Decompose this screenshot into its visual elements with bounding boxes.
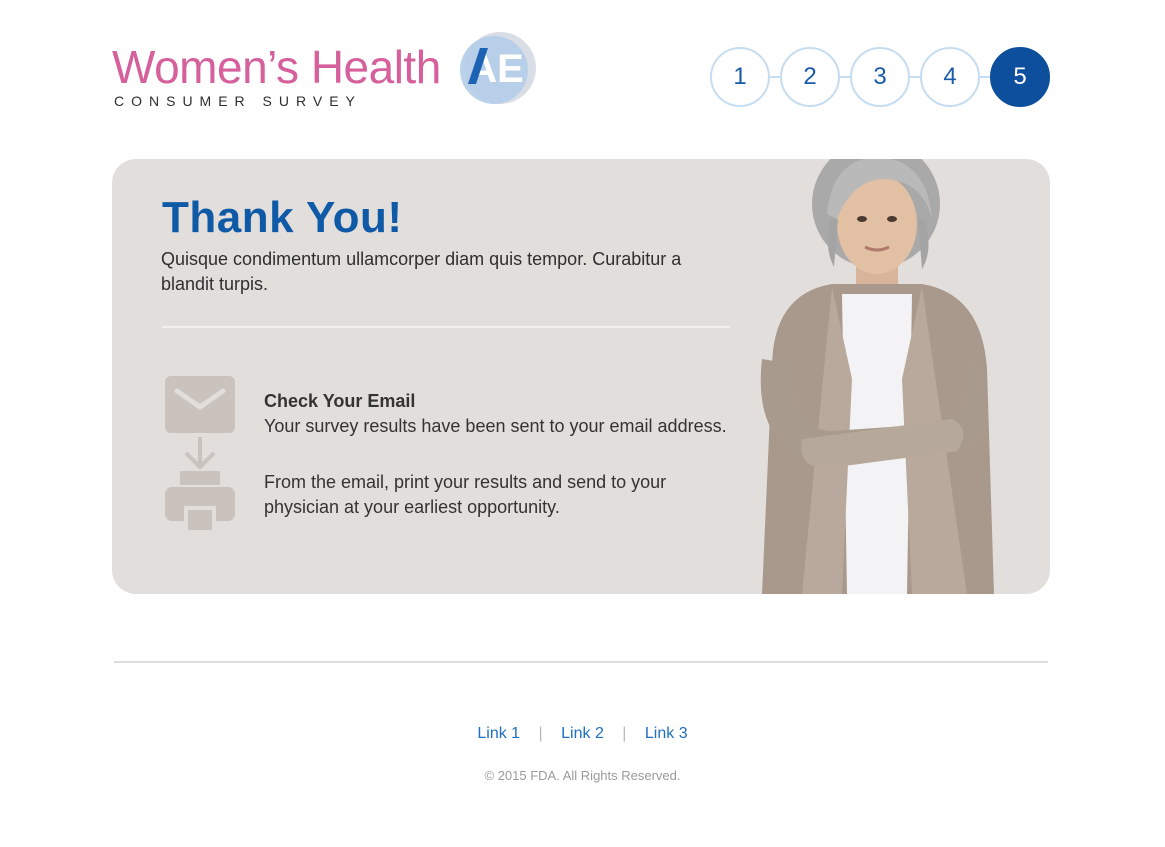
email-text: Your survey results have been sent to yo… [264, 416, 727, 436]
print-instructions: From the email, print your results and s… [264, 472, 667, 517]
logo[interactable]: Women’s Health AE CONSUMER SURVEY [112, 26, 542, 116]
footer-links: Link 1 | Link 2 | Link 3 [0, 725, 1165, 743]
footer-link-2[interactable]: Link 2 [561, 725, 604, 742]
step-4[interactable]: 4 [920, 47, 980, 107]
copyright-text: © 2015 FDA. All Rights Reserved. [484, 768, 681, 783]
logo-subtitle: CONSUMER SURVEY [114, 93, 362, 109]
step-1[interactable]: 1 [710, 47, 770, 107]
footer-separator: | [538, 725, 543, 742]
envelope-icon [165, 376, 235, 433]
step-3[interactable]: 3 [850, 47, 910, 107]
logo-title: Women’s Health [112, 41, 441, 93]
footer-separator: | [622, 725, 627, 742]
down-arrow-icon [184, 437, 216, 470]
logo-badge-icon: AE [460, 32, 536, 104]
woman-photo [760, 159, 994, 594]
step-2[interactable]: 2 [780, 47, 840, 107]
step-5-active[interactable]: 5 [990, 47, 1050, 107]
printer-icon [165, 471, 235, 533]
page-title: Thank You! [162, 193, 403, 242]
lead-text: Quisque condimentum ullamcorper diam qui… [161, 249, 682, 294]
footer-link-1[interactable]: Link 1 [477, 725, 520, 742]
thank-you-card: Thank You! Quisque condimentum ullamcorp… [112, 159, 1050, 594]
step-progress: 1 2 3 4 5 [710, 47, 1050, 107]
card-divider [162, 326, 730, 328]
email-heading: Check Your Email [264, 391, 416, 411]
footer-divider [114, 661, 1048, 663]
footer-link-3[interactable]: Link 3 [645, 725, 688, 742]
instruction-icons [164, 375, 238, 535]
